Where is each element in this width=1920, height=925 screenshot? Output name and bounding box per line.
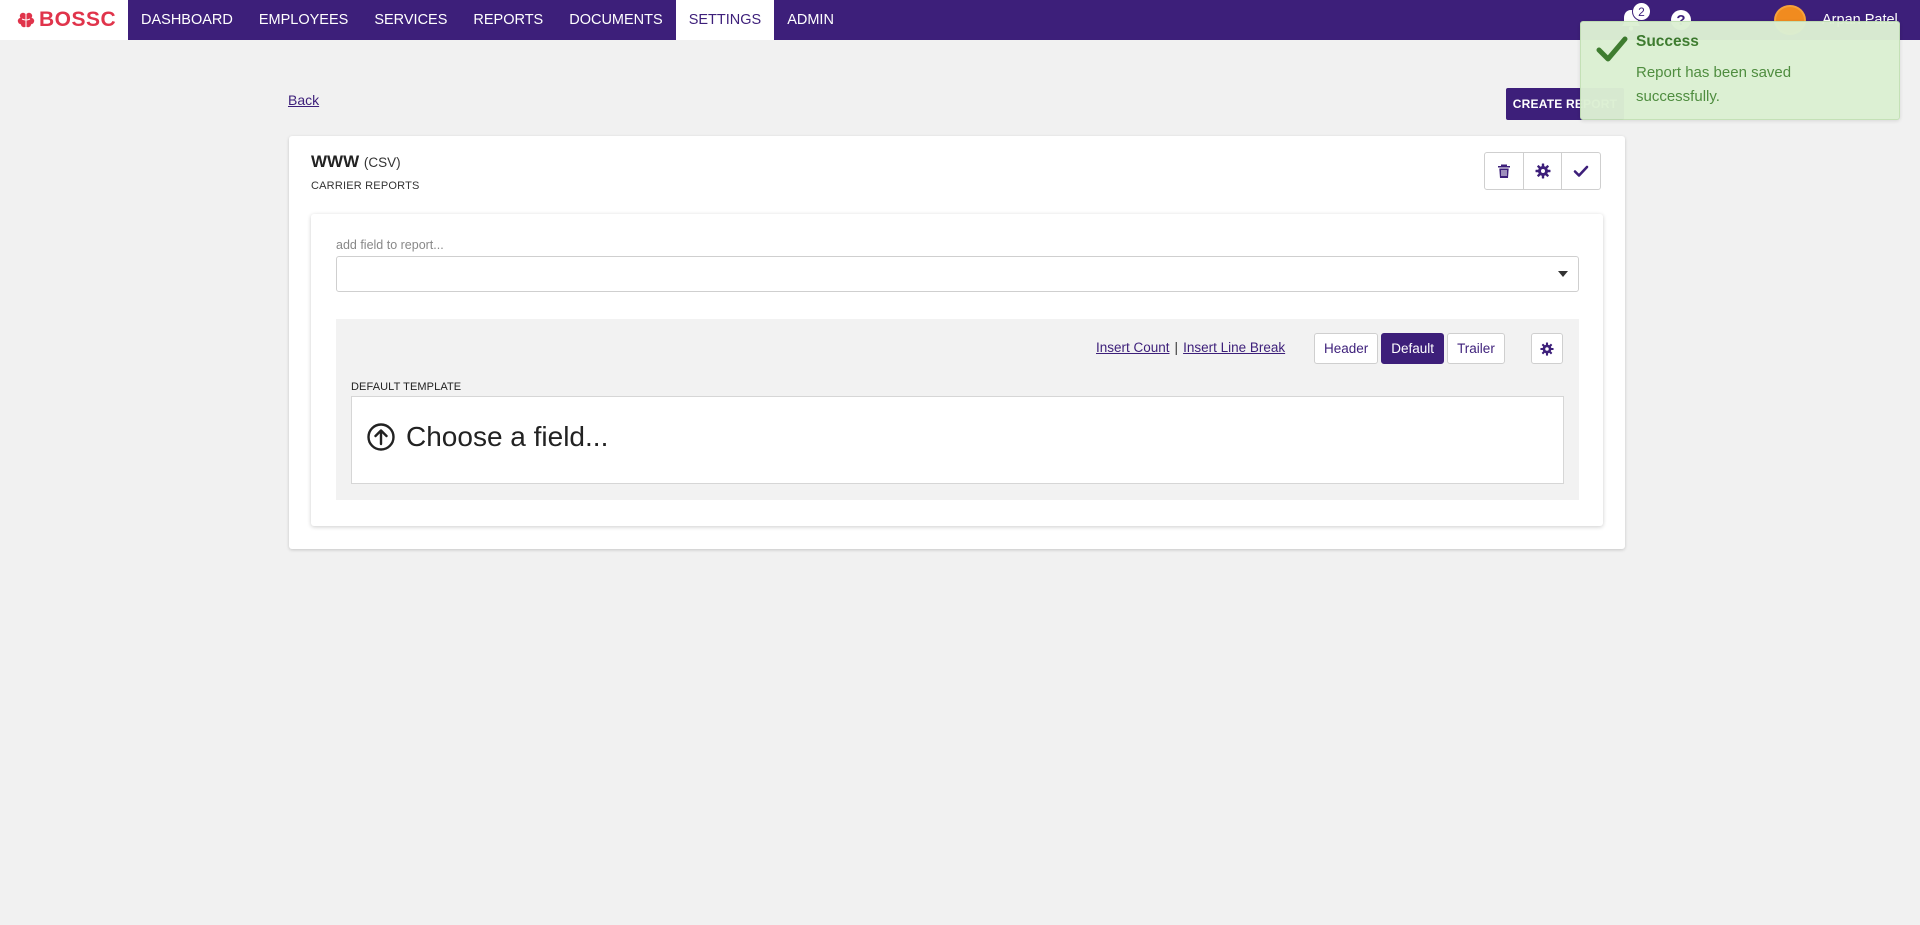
check-icon [1596,36,1628,62]
field-picker-label: add field to report... [336,238,444,252]
delete-button[interactable] [1485,153,1524,189]
template-tabs: Header Default Trailer [1314,333,1505,364]
report-title: WWW (CSV) [311,152,401,172]
report-name: WWW [311,152,360,171]
nav-item-settings[interactable]: SETTINGS [675,0,775,40]
gear-icon [1540,341,1554,356]
nav-item-services[interactable]: SERVICES [361,0,460,40]
choose-field-label: Choose a field... [406,421,609,452]
link-separator: | [1174,340,1179,355]
report-format: (CSV) [363,155,401,170]
nav-item-label: EMPLOYEES [258,12,349,28]
chevron-down-icon [1558,271,1568,277]
brain-logo-icon [17,12,35,28]
report-category: CARRIER REPORTS [311,180,420,192]
nav-item-label: DASHBOARD [141,12,233,28]
template-editor[interactable]: Choose a field... [351,396,1564,484]
choose-field-prompt[interactable]: Choose a field... [366,421,608,453]
report-actions [1484,152,1601,190]
nav-item-admin[interactable]: ADMIN [774,0,847,40]
nav-item-label: SERVICES [374,12,448,28]
save-button[interactable] [1562,153,1600,189]
nav-item-label: DOCUMENTS [569,12,663,28]
notification-count-badge: 2 [1632,2,1651,21]
field-picker-select[interactable] [336,256,1579,292]
nav-item-employees[interactable]: EMPLOYEES [246,0,361,40]
template-links: Insert Count | Insert Line Break [1096,340,1285,355]
toast-title: Success [1636,33,1699,50]
tab-trailer[interactable]: Trailer [1447,333,1505,364]
success-toast[interactable]: Success Report has been saved successful… [1580,21,1900,120]
nav-item-label: ADMIN [787,12,834,28]
tab-default[interactable]: Default [1381,333,1445,364]
app-logo[interactable]: BOSSC [0,0,128,40]
template-panel: Insert Count | Insert Line Break Header … [336,319,1579,500]
settings-button[interactable] [1524,153,1563,189]
report-card: WWW (CSV) CARRIER REPORTS add field to r… [289,136,1625,549]
nav-item-label: REPORTS [473,12,544,28]
nav-item-reports[interactable]: REPORTS [460,0,556,40]
check-icon [1573,165,1589,177]
tab-header[interactable]: Header [1314,333,1379,364]
toast-message: Report has been saved successfully. [1636,64,1792,105]
insert-count-link[interactable]: Insert Count [1096,340,1170,355]
back-link[interactable]: Back [288,92,319,108]
nav-item-label: SETTINGS [688,12,762,28]
logo-text: BOSSC [39,8,117,31]
report-editor: add field to report... Insert Count | In… [311,214,1603,526]
arrow-up-circle-icon [367,423,395,451]
trash-icon [1497,164,1510,178]
template-settings-button[interactable] [1531,333,1563,364]
gear-icon [1535,163,1550,179]
nav-item-documents[interactable]: DOCUMENTS [556,0,675,40]
insert-line-break-link[interactable]: Insert Line Break [1183,340,1285,355]
nav-menu: DASHBOARD EMPLOYEES SERVICES REPORTS DOC… [128,0,847,40]
template-label: DEFAULT TEMPLATE [351,381,462,393]
nav-item-dashboard[interactable]: DASHBOARD [128,0,246,40]
